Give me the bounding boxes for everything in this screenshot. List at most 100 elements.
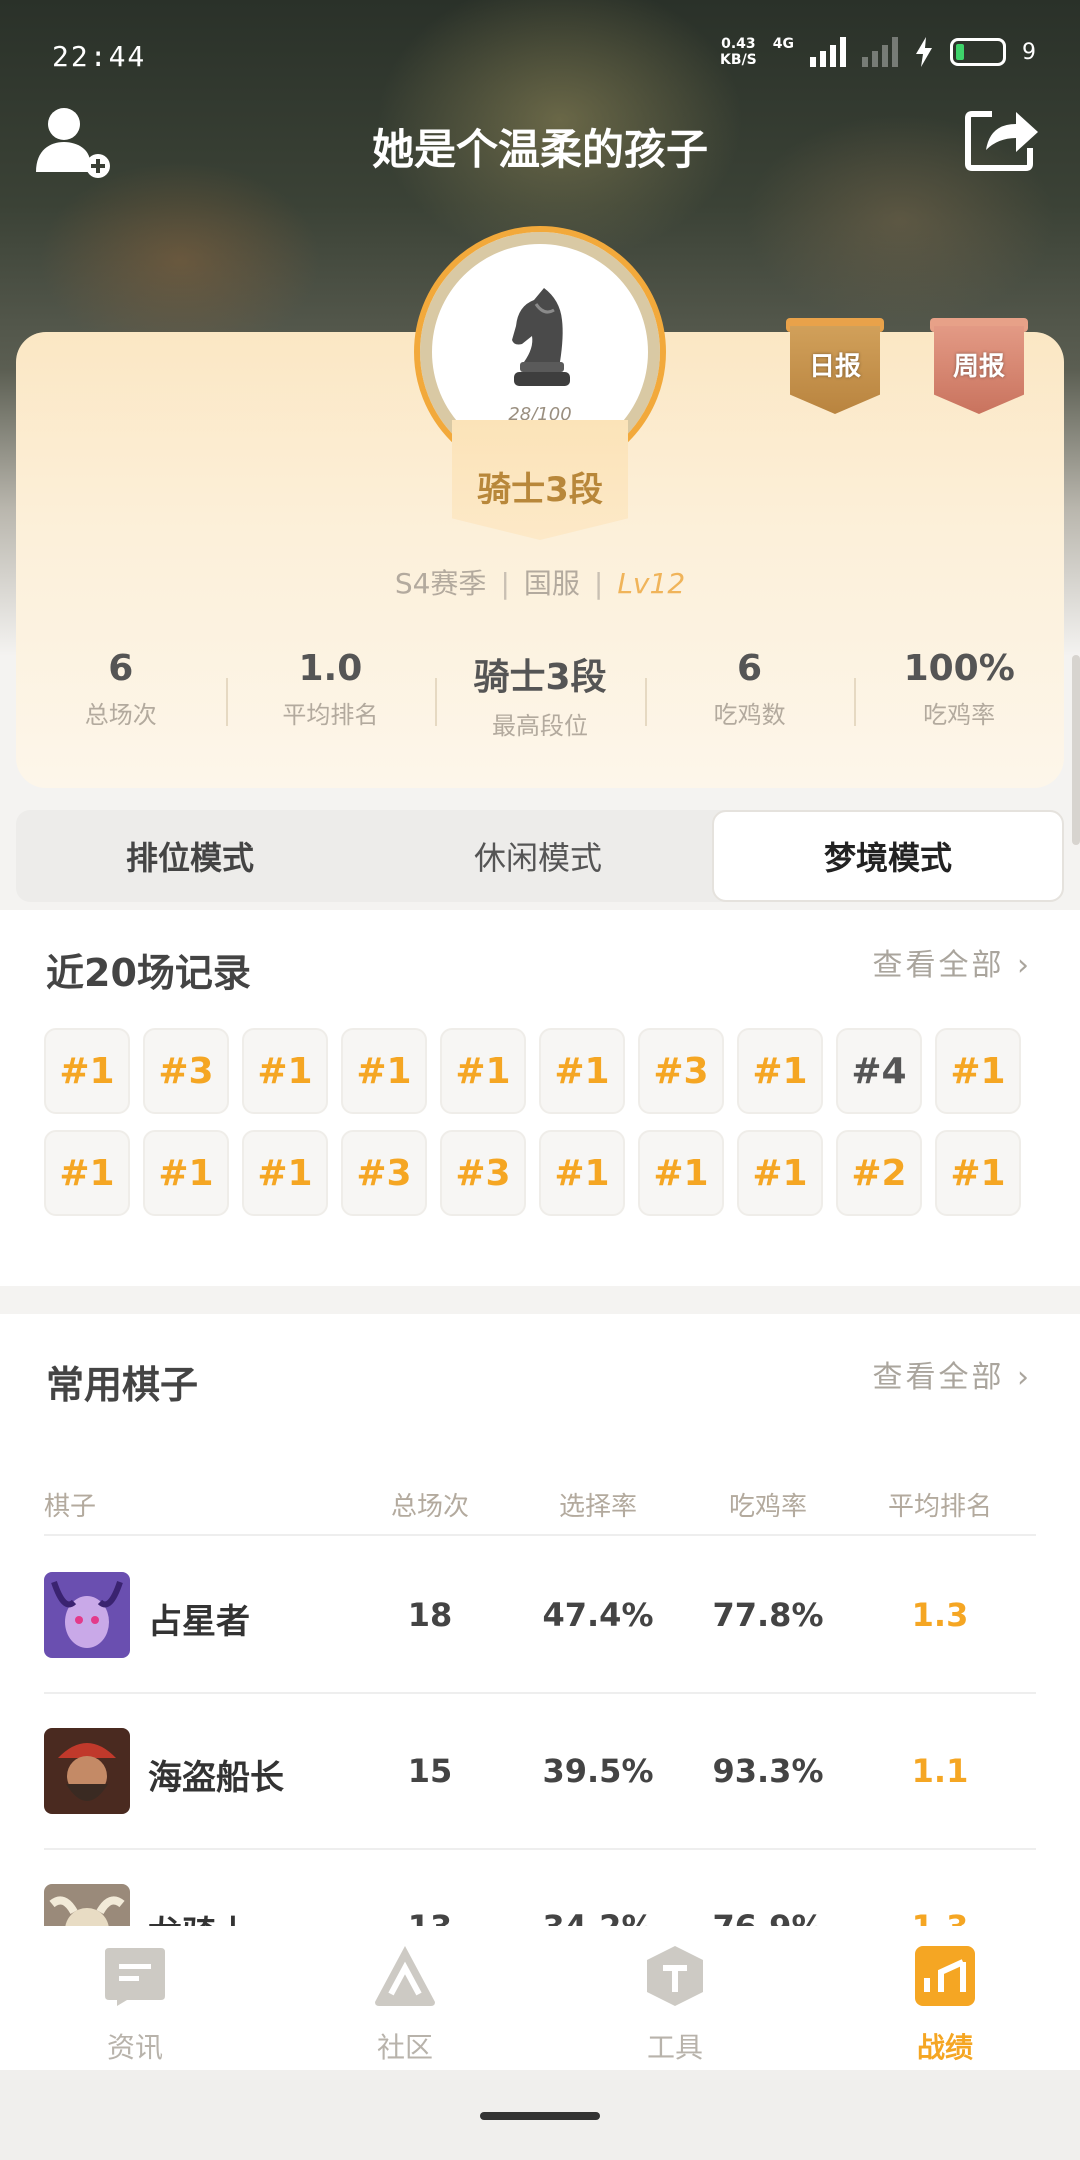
- table-header: 棋子 总场次 选择率 吃鸡率 平均排名: [44, 1464, 1036, 1536]
- divider: |: [593, 567, 604, 600]
- game-result[interactable]: #1: [638, 1130, 724, 1216]
- status-indicators: 0.43 KB/S 4G 9: [720, 36, 1036, 68]
- piece-pick-rate: 47.4%: [542, 1596, 654, 1634]
- piece-avg-rank: 1.3: [911, 1596, 969, 1634]
- table-row[interactable]: 占星者 18 47.4% 77.8% 1.3: [44, 1538, 1036, 1694]
- server-label: 国服: [523, 567, 580, 600]
- piece-name: 海盗船长: [148, 1758, 284, 1798]
- page-title: 她是个温柔的孩子: [371, 125, 708, 174]
- status-time: 22:44: [52, 40, 147, 73]
- see-all-pieces-link[interactable]: 查看全部 ›: [872, 1352, 1032, 1396]
- nav-label: 社区: [376, 2031, 433, 2064]
- header-total: 总场次: [390, 1492, 469, 1522]
- piece-total: 13: [370, 1908, 490, 1926]
- stat-label: 总场次: [84, 701, 157, 729]
- nav-item-record[interactable]: 战绩: [810, 1926, 1080, 2070]
- community-icon: [375, 1946, 435, 2006]
- status-bar: 22:44 0.43 KB/S 4G 9: [0, 0, 1080, 110]
- game-result[interactable]: #1: [44, 1130, 130, 1216]
- charging-icon: [916, 37, 932, 67]
- dragon-knight-portrait-icon: [44, 1884, 130, 1926]
- home-indicator[interactable]: [480, 2112, 600, 2120]
- piece-avatar: [44, 1572, 130, 1658]
- game-result[interactable]: #1: [242, 1130, 328, 1216]
- stat-average-rank: 1.0 平均排名: [225, 648, 436, 738]
- table-row[interactable]: 龙骑士 13 34.2% 76.9% 1.3: [44, 1850, 1036, 1926]
- see-all-recent-link[interactable]: 查看全部 ›: [872, 940, 1032, 984]
- stat-label: 最高段位: [491, 712, 588, 740]
- piece-win-rate: 76.9%: [708, 1908, 828, 1926]
- tab-dream-mode[interactable]: 梦境模式: [712, 810, 1064, 902]
- game-result[interactable]: #1: [539, 1130, 625, 1216]
- game-result[interactable]: #1: [539, 1028, 625, 1114]
- stat-highest-rank: 骑士3段 最高段位: [435, 648, 645, 740]
- record-icon: [915, 1946, 975, 2006]
- network-speed: 0.43 KB/S: [720, 36, 757, 68]
- share-icon[interactable]: [964, 104, 1040, 172]
- game-result[interactable]: #1: [341, 1028, 427, 1114]
- stat-value: 骑士3段: [473, 657, 607, 698]
- tab-casual-mode[interactable]: 休闲模式: [364, 810, 712, 902]
- table-row[interactable]: 海盗船长 15 39.5% 93.3% 1.1: [44, 1694, 1036, 1850]
- season-label: S4赛季: [394, 567, 487, 600]
- piece-pick-rate: 39.5%: [542, 1752, 654, 1790]
- home-indicator-bar: [0, 2070, 1080, 2160]
- tools-icon: [647, 1946, 703, 2006]
- piece-total: 18: [407, 1596, 453, 1634]
- nav-item-tools[interactable]: 工具: [540, 1926, 810, 2070]
- network-type: 4G: [772, 36, 794, 52]
- section-title: 近20场记录: [46, 951, 251, 995]
- piece-avg-rank: 1.3: [870, 1908, 1010, 1926]
- game-result[interactable]: #1: [143, 1130, 229, 1216]
- rank-name: 骑士3段: [477, 470, 603, 510]
- game-result[interactable]: #2: [836, 1130, 922, 1216]
- tab-ranked-mode[interactable]: 排位模式: [16, 810, 364, 902]
- game-result[interactable]: #1: [737, 1028, 823, 1114]
- nav-label: 战绩: [916, 2031, 973, 2064]
- header-pick-rate: 选择率: [558, 1492, 637, 1522]
- piece-win-rate: 77.8%: [712, 1596, 824, 1634]
- battery-icon: [950, 38, 1006, 66]
- game-result[interactable]: #3: [638, 1028, 724, 1114]
- daily-report-button[interactable]: 日报: [786, 318, 884, 414]
- common-pieces-section: 常用棋子 查看全部 › 棋子 总场次 选择率 吃鸡率 平均排名 占星者 18 4…: [0, 1314, 1080, 1926]
- scroll-indicator: [1072, 655, 1080, 845]
- weekly-report-label: 周报: [952, 352, 1005, 382]
- game-result[interactable]: #1: [440, 1028, 526, 1114]
- battery-level: 9: [1022, 39, 1036, 65]
- header-avg-rank: 平均排名: [887, 1492, 992, 1522]
- game-result[interactable]: #1: [242, 1028, 328, 1114]
- weekly-report-button[interactable]: 周报: [930, 318, 1028, 414]
- bottom-nav: 资讯 社区 工具 战绩: [0, 1926, 1080, 2070]
- daily-report-label: 日报: [808, 352, 861, 382]
- network-speed-unit: KB/S: [720, 52, 757, 68]
- news-icon: [105, 1948, 165, 2006]
- stat-value: 6: [737, 648, 763, 689]
- game-result[interactable]: #4: [836, 1028, 922, 1114]
- nav-item-community[interactable]: 社区: [270, 1926, 540, 2070]
- stat-wins: 6 吃鸡数: [644, 648, 855, 738]
- nav-label: 资讯: [106, 2031, 163, 2064]
- game-result[interactable]: #1: [44, 1028, 130, 1114]
- astrologer-portrait-icon: [44, 1572, 130, 1658]
- season-info: S4赛季 | 国服 | Lv12: [0, 562, 1080, 602]
- stat-total-games: 6 总场次: [16, 648, 226, 738]
- game-result[interactable]: #1: [935, 1130, 1021, 1216]
- piece-win-rate: 93.3%: [712, 1752, 824, 1790]
- game-result[interactable]: #3: [440, 1130, 526, 1216]
- game-result[interactable]: #3: [341, 1130, 427, 1216]
- header-piece: 棋子: [44, 1492, 97, 1522]
- game-result[interactable]: #1: [935, 1028, 1021, 1114]
- rank-emblem-inner: 28/100: [444, 256, 636, 448]
- nav-item-news[interactable]: 资讯: [0, 1926, 270, 2070]
- stat-win-rate: 100% 吃鸡率: [854, 648, 1064, 738]
- piece-avatar: [44, 1728, 130, 1814]
- recent-games-section: 近20场记录 查看全部 › #1 #3 #1 #1 #1 #1 #3 #1 #4 #1 #1 #1 #1…: [0, 910, 1080, 1286]
- stats-row: 6 总场次 1.0 平均排名 骑士3段 最高段位 6 吃鸡数 100% 吃鸡率: [16, 648, 1064, 740]
- stat-label: 吃鸡数: [713, 701, 786, 729]
- piece-avg-rank: 1.1: [911, 1752, 969, 1790]
- network-speed-value: 0.43: [721, 36, 756, 52]
- game-result[interactable]: #1: [737, 1130, 823, 1216]
- game-result[interactable]: #3: [143, 1028, 229, 1114]
- stat-value: 1.0: [298, 648, 363, 689]
